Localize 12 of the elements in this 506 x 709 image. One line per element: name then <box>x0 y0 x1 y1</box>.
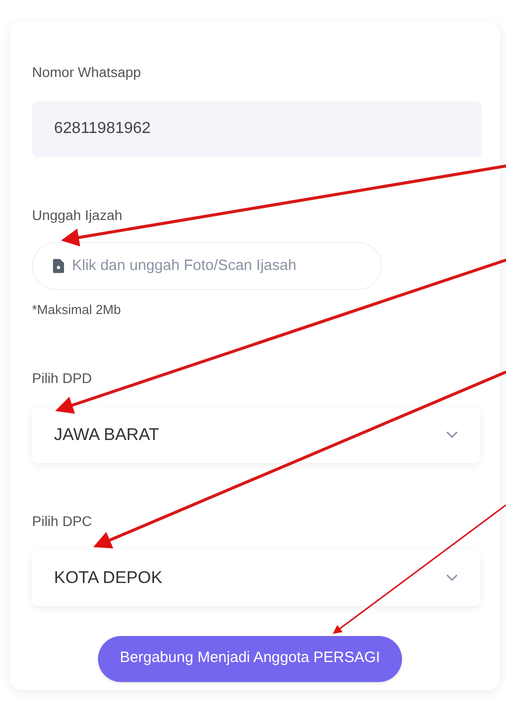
chevron-down-icon <box>446 431 458 438</box>
select-dropdown[interactable]: KOTA DEPOK <box>32 550 480 606</box>
field-label: Unggah Ijazah <box>32 206 122 225</box>
phone-input[interactable]: 62811981962 <box>32 101 482 157</box>
submit-button[interactable]: Bergabung Menjadi Anggota PERSAGI <box>98 636 402 682</box>
file-icon <box>53 259 64 273</box>
chevron-down-icon <box>446 574 458 581</box>
field-label: Pilih DPD <box>32 368 92 388</box>
size-note: *Maksimal 2Mb <box>32 301 121 319</box>
field-label: Nomor Whatsapp <box>32 63 141 82</box>
select-dropdown[interactable]: JAWA BARAT <box>32 406 480 462</box>
field-label: Pilih DPC <box>32 512 92 530</box>
